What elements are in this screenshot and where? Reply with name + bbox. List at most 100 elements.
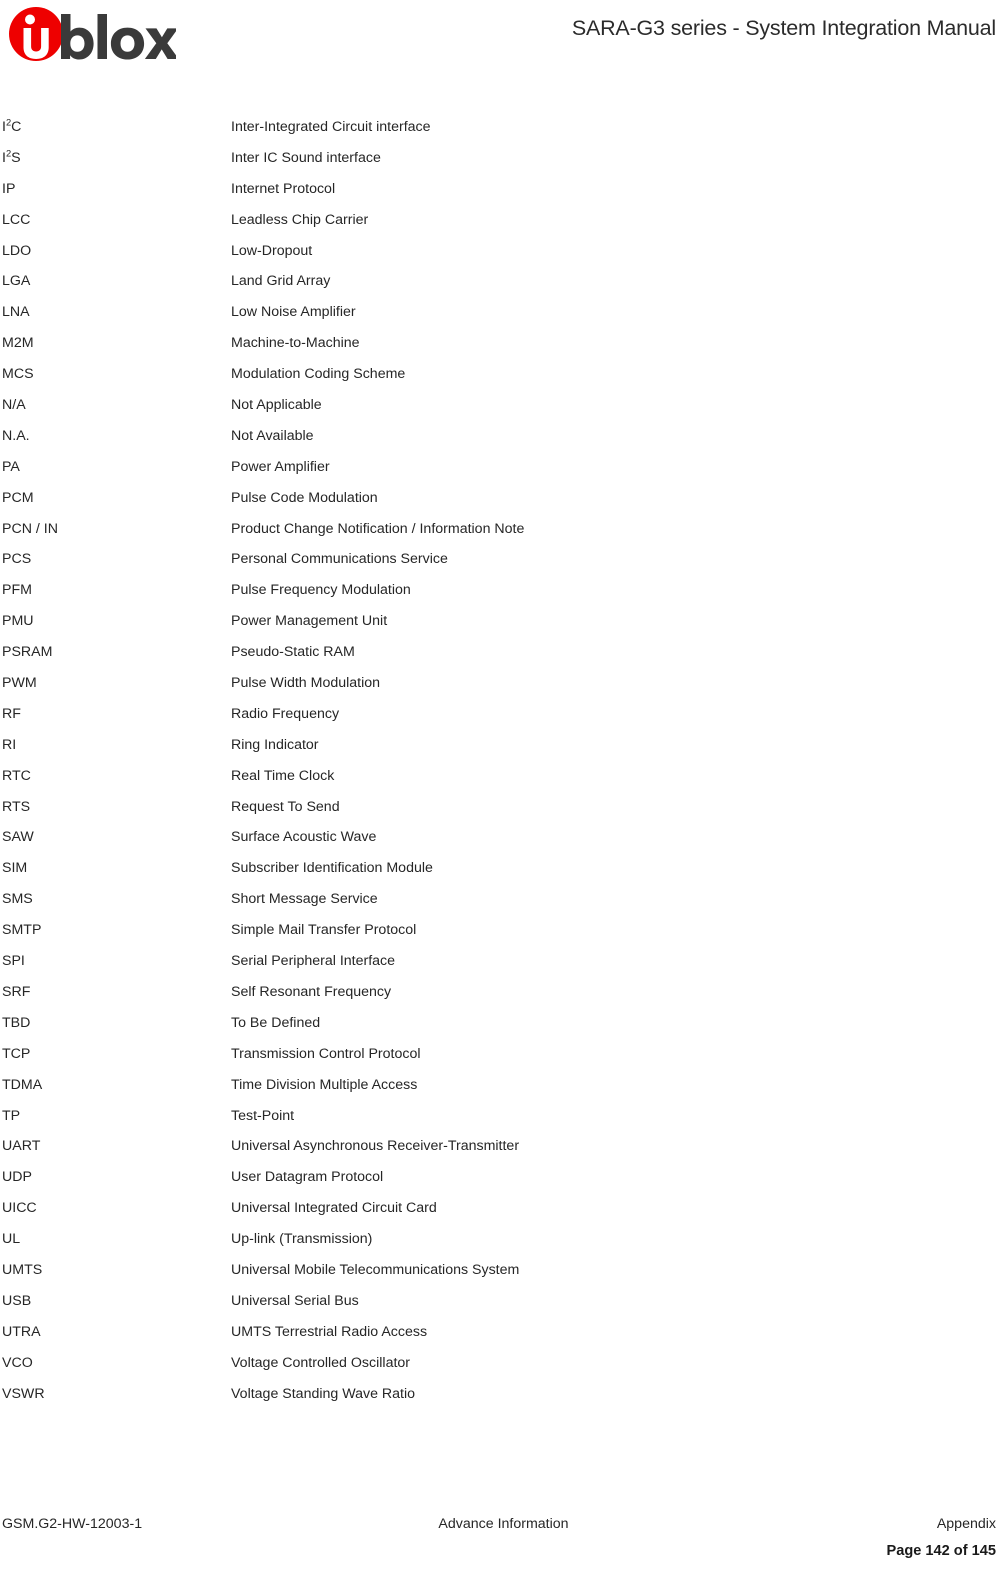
glossary-definition: Surface Acoustic Wave	[231, 829, 377, 846]
glossary-definition: Ring Indicator	[231, 736, 319, 753]
glossary-definition: Pseudo-Static RAM	[231, 644, 355, 661]
glossary-row: MCS Modulation Coding Scheme	[0, 359, 1007, 390]
glossary-definition: Time Division Multiple Access	[231, 1076, 418, 1093]
glossary-term: RTC	[2, 767, 31, 784]
glossary-row: IP Internet Protocol	[0, 174, 1007, 205]
glossary-term: PCS	[2, 551, 32, 568]
glossary-term: VSWR	[2, 1385, 45, 1402]
glossary-term: M2M	[2, 335, 34, 352]
glossary-term: PWM	[2, 675, 37, 692]
glossary-term: TBD	[2, 1014, 31, 1031]
glossary-row: VSWR Voltage Standing Wave Ratio	[0, 1379, 1007, 1410]
glossary-definition: Land Grid Array	[231, 273, 331, 290]
glossary-row: I2S Inter IC Sound interface	[0, 143, 1007, 174]
document-title: SARA-G3 series - System Integration Manu…	[571, 16, 996, 40]
page-footer: GSM.G2-HW-12003-1 Advance Information Ap…	[0, 1492, 1007, 1582]
glossary-term: UART	[2, 1138, 41, 1155]
glossary-term: RTS	[2, 798, 31, 815]
glossary-term: PSRAM	[2, 644, 53, 661]
glossary-term: RI	[2, 736, 17, 753]
glossary-term: SRF	[2, 983, 31, 1000]
glossary-term: PCM	[2, 489, 34, 506]
glossary-definition: Universal Mobile Telecommunications Syst…	[231, 1261, 520, 1278]
glossary-row: TP Test-Point	[0, 1101, 1007, 1132]
glossary-term: USB	[2, 1292, 32, 1309]
glossary-term: UICC	[2, 1200, 37, 1217]
footer-page-number: Page 142 of 145	[886, 1543, 996, 1559]
glossary-definition: Power Amplifier	[231, 458, 330, 475]
glossary-row: UL Up-link (Transmission)	[0, 1224, 1007, 1255]
glossary-definition: Self Resonant Frequency	[231, 983, 392, 1000]
document-page: SARA-G3 series - System Integration Manu…	[0, 0, 1007, 1582]
glossary-definition: Modulation Coding Scheme	[231, 366, 406, 383]
glossary-term: PA	[2, 458, 20, 475]
glossary-definition: Pulse Frequency Modulation	[231, 582, 411, 599]
glossary-row: LCC Leadless Chip Carrier	[0, 205, 1007, 236]
glossary-term: UDP	[2, 1169, 32, 1186]
glossary-term: MCS	[2, 366, 34, 383]
glossary-row: RF Radio Frequency	[0, 699, 1007, 730]
glossary-term: N.A.	[2, 427, 30, 444]
glossary-definition: To Be Defined	[231, 1014, 321, 1031]
glossary-row: UDP User Datagram Protocol	[0, 1162, 1007, 1193]
glossary-row: PWM Pulse Width Modulation	[0, 668, 1007, 699]
glossary-term: SMS	[2, 891, 33, 908]
glossary-term: UTRA	[2, 1323, 41, 1340]
glossary-definition: Internet Protocol	[231, 180, 336, 197]
glossary-definition: Real Time Clock	[231, 767, 335, 784]
glossary-definition: UMTS Terrestrial Radio Access	[231, 1323, 428, 1340]
glossary-definition: Voltage Standing Wave Ratio	[231, 1385, 416, 1402]
footer-status: Advance Information	[438, 1516, 569, 1532]
glossary-list: I2C Inter-Integrated Circuit interface I2S…	[0, 112, 1007, 1409]
glossary-term: I2S	[2, 148, 21, 166]
glossary-definition: Subscriber Identification Module	[231, 860, 433, 877]
glossary-row: SMTP Simple Mail Transfer Protocol	[0, 915, 1007, 946]
glossary-row: TCP Transmission Control Protocol	[0, 1039, 1007, 1070]
glossary-row: N.A. Not Available	[0, 421, 1007, 452]
glossary-row: RTS Request To Send	[0, 792, 1007, 823]
glossary-definition: Pulse Width Modulation	[231, 675, 381, 692]
glossary-term: N/A	[2, 397, 26, 414]
glossary-row: UICC Universal Integrated Circuit Card	[0, 1193, 1007, 1224]
glossary-row: RTC Real Time Clock	[0, 761, 1007, 792]
ublox-logo	[6, 6, 176, 64]
glossary-term: LGA	[2, 273, 31, 290]
footer-section: Appendix	[936, 1516, 996, 1532]
footer-main-line: GSM.G2-HW-12003-1 Advance Information Ap…	[0, 1516, 1007, 1543]
glossary-definition: User Datagram Protocol	[231, 1169, 384, 1186]
glossary-term: UL	[2, 1231, 21, 1248]
glossary-row: TBD To Be Defined	[0, 1008, 1007, 1039]
glossary-definition: Universal Asynchronous Receiver-Transmit…	[231, 1138, 520, 1155]
glossary-row: N/A Not Applicable	[0, 390, 1007, 421]
glossary-definition: Test-Point	[231, 1107, 295, 1124]
glossary-row: UTRA UMTS Terrestrial Radio Access	[0, 1317, 1007, 1348]
glossary-term: PFM	[2, 582, 32, 599]
glossary-row: VCO Voltage Controlled Oscillator	[0, 1348, 1007, 1379]
glossary-definition: Request To Send	[231, 798, 340, 815]
glossary-term: VCO	[2, 1354, 33, 1371]
glossary-term: PCN / IN	[2, 520, 58, 537]
glossary-row: LDO Low-Dropout	[0, 236, 1007, 267]
glossary-definition: Product Change Notification / Informatio…	[231, 520, 525, 537]
glossary-definition: Low-Dropout	[231, 242, 313, 259]
glossary-definition: Up-link (Transmission)	[231, 1231, 373, 1248]
glossary-term: TDMA	[2, 1076, 43, 1093]
glossary-definition: Personal Communications Service	[231, 551, 448, 568]
glossary-row: M2M Machine-to-Machine	[0, 328, 1007, 359]
glossary-term: SAW	[2, 829, 34, 846]
glossary-term: PMU	[2, 613, 34, 630]
page-header: SARA-G3 series - System Integration Manu…	[0, 0, 1007, 72]
glossary-row: LGA Land Grid Array	[0, 266, 1007, 297]
glossary-definition: Transmission Control Protocol	[231, 1045, 421, 1062]
glossary-definition: Universal Serial Bus	[231, 1292, 359, 1309]
glossary-row: PCM Pulse Code Modulation	[0, 483, 1007, 514]
glossary-row: LNA Low Noise Amplifier	[0, 297, 1007, 328]
glossary-row: SPI Serial Peripheral Interface	[0, 946, 1007, 977]
glossary-definition: Inter-Integrated Circuit interface	[231, 119, 431, 135]
glossary-row: PSRAM Pseudo-Static RAM	[0, 637, 1007, 668]
glossary-row: SMS Short Message Service	[0, 884, 1007, 915]
glossary-row: PCS Personal Communications Service	[0, 544, 1007, 575]
glossary-definition: Not Applicable	[231, 397, 322, 414]
glossary-term: SMTP	[2, 922, 42, 939]
glossary-definition: Machine-to-Machine	[231, 335, 360, 352]
